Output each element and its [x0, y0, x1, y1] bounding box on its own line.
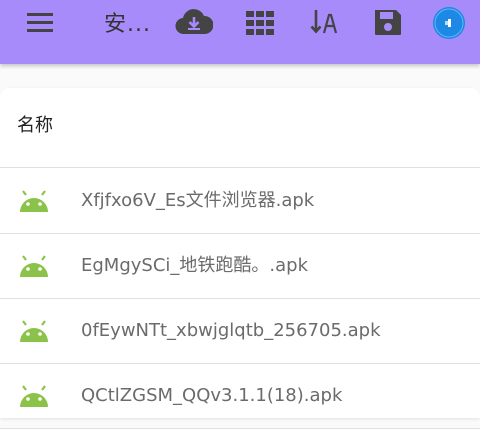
menu-icon[interactable] — [24, 9, 56, 35]
column-header-name[interactable]: 名称 — [17, 113, 53, 139]
list-header: 名称 — [0, 88, 480, 168]
save-icon[interactable] — [372, 6, 404, 38]
file-name: QCtlZGSM_QQv3.1.1(18).apk — [81, 385, 343, 406]
file-name: Xfjfxo6V_Es文件浏览器.apk — [81, 190, 315, 211]
file-name: 0fEywNTt_xbwjglqtb_256705.apk — [81, 320, 381, 341]
grid-view-icon[interactable] — [244, 8, 276, 38]
top-app-bar: 安... — [0, 0, 480, 64]
list-item[interactable]: 0fEywNTt_xbwjglqtb_256705.apk — [0, 299, 480, 364]
avatar[interactable] — [432, 6, 466, 40]
list-item[interactable]: Xfjfxo6V_Es文件浏览器.apk — [0, 169, 480, 234]
file-name: EgMgySCi_地铁跑酷。.apk — [81, 255, 309, 276]
android-icon — [18, 385, 50, 411]
list-item[interactable]: EgMgySCi_地铁跑酷。.apk — [0, 234, 480, 299]
android-icon — [18, 190, 50, 216]
list-item[interactable]: QCtlZGSM_QQv3.1.1(18).apk — [0, 364, 480, 429]
cloud-download-icon[interactable] — [174, 6, 214, 38]
file-list-card: 名称 Xfjfxo6V_Es文件浏览器.apk EgMgySCi_地铁跑酷。.a… — [0, 88, 480, 429]
android-icon — [18, 255, 50, 281]
android-icon — [18, 320, 50, 346]
sort-alpha-icon[interactable] — [308, 6, 340, 38]
page-title: 安... — [104, 12, 151, 37]
